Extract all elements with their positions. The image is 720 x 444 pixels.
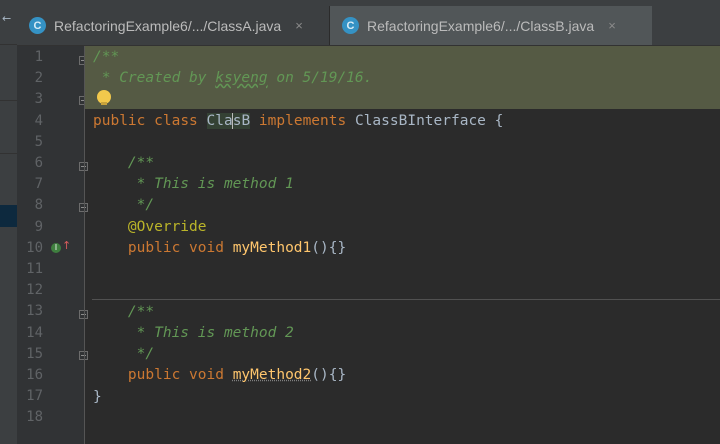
tab-label: RefactoringExample6/.../ClassA.java xyxy=(54,17,282,34)
method-separator xyxy=(92,299,720,300)
line-number: 16 xyxy=(26,367,43,383)
line-number: 6 xyxy=(34,155,43,171)
line-number: 15 xyxy=(26,345,43,362)
code-line-14: * This is method 2 xyxy=(93,325,294,341)
tab-classa-java[interactable]: C RefactoringExample6/.../ClassA.java × xyxy=(17,6,329,45)
code-line-2: * Created by ksyeng on 5/19/16. xyxy=(93,70,373,86)
line-number: 14 xyxy=(26,324,43,341)
line-number: 17 xyxy=(26,388,43,405)
code-line-1: /** xyxy=(93,49,120,65)
code-line-4: public class ClasB implements ClassBInte… xyxy=(93,113,504,129)
lightbulb-icon[interactable] xyxy=(97,90,111,105)
code-line-16: public void myMethod2(){} xyxy=(93,367,347,383)
tool-window-strip: ← xyxy=(0,0,18,444)
line-number: 1 xyxy=(34,49,43,65)
java-class-icon: C xyxy=(29,17,46,34)
go-to-super-arrow-icon[interactable]: ↑ xyxy=(62,239,71,252)
line-number: 3 xyxy=(34,91,43,108)
code-line-6: /** xyxy=(93,155,155,171)
back-arrow-icon[interactable]: ← xyxy=(2,12,11,25)
code-line-10: public void myMethod1(){} xyxy=(93,240,347,256)
line-number: 11 xyxy=(26,261,43,277)
line-number: 2 xyxy=(34,70,43,87)
tab-classb-java[interactable]: C RefactoringExample6/.../ClassB.java × xyxy=(329,6,652,45)
close-icon[interactable]: × xyxy=(295,18,303,33)
code-line-15: */ xyxy=(93,346,155,362)
strip-divider xyxy=(0,44,17,45)
class-name: ClasB xyxy=(206,113,251,129)
line-number: 13 xyxy=(26,303,43,320)
strip-divider xyxy=(0,100,17,101)
code-editor[interactable]: /** * Created by ksyeng on 5/19/16. publ… xyxy=(85,46,720,444)
implements-method-icon[interactable]: I xyxy=(51,243,61,253)
editor-tab-bar: C RefactoringExample6/.../ClassA.java × … xyxy=(17,0,720,46)
line-number: 12 xyxy=(26,282,43,299)
strip-divider xyxy=(0,153,17,154)
code-line-8: */ xyxy=(93,197,155,213)
code-line-9: @Override xyxy=(93,219,207,235)
close-icon[interactable]: × xyxy=(608,18,616,33)
line-number-gutter[interactable]: 1 2 3 4 5 6 7 8 9 10 11 12 13 14 15 16 17 18 I ↑ xyxy=(17,46,88,444)
line-number: 10 xyxy=(26,239,43,256)
code-line-17: } xyxy=(93,389,102,405)
tab-label: RefactoringExample6/.../ClassB.java xyxy=(367,17,595,34)
code-line-13: /** xyxy=(93,304,155,320)
line-number: 9 xyxy=(34,218,43,235)
line-number: 8 xyxy=(34,197,43,214)
line-number: 5 xyxy=(34,133,43,150)
code-line-7: * This is method 1 xyxy=(93,176,294,192)
line-number: 18 xyxy=(26,409,43,426)
line-number: 7 xyxy=(34,176,43,193)
java-class-icon: C xyxy=(342,17,359,34)
strip-selection xyxy=(0,205,17,227)
line-number: 4 xyxy=(34,112,43,129)
